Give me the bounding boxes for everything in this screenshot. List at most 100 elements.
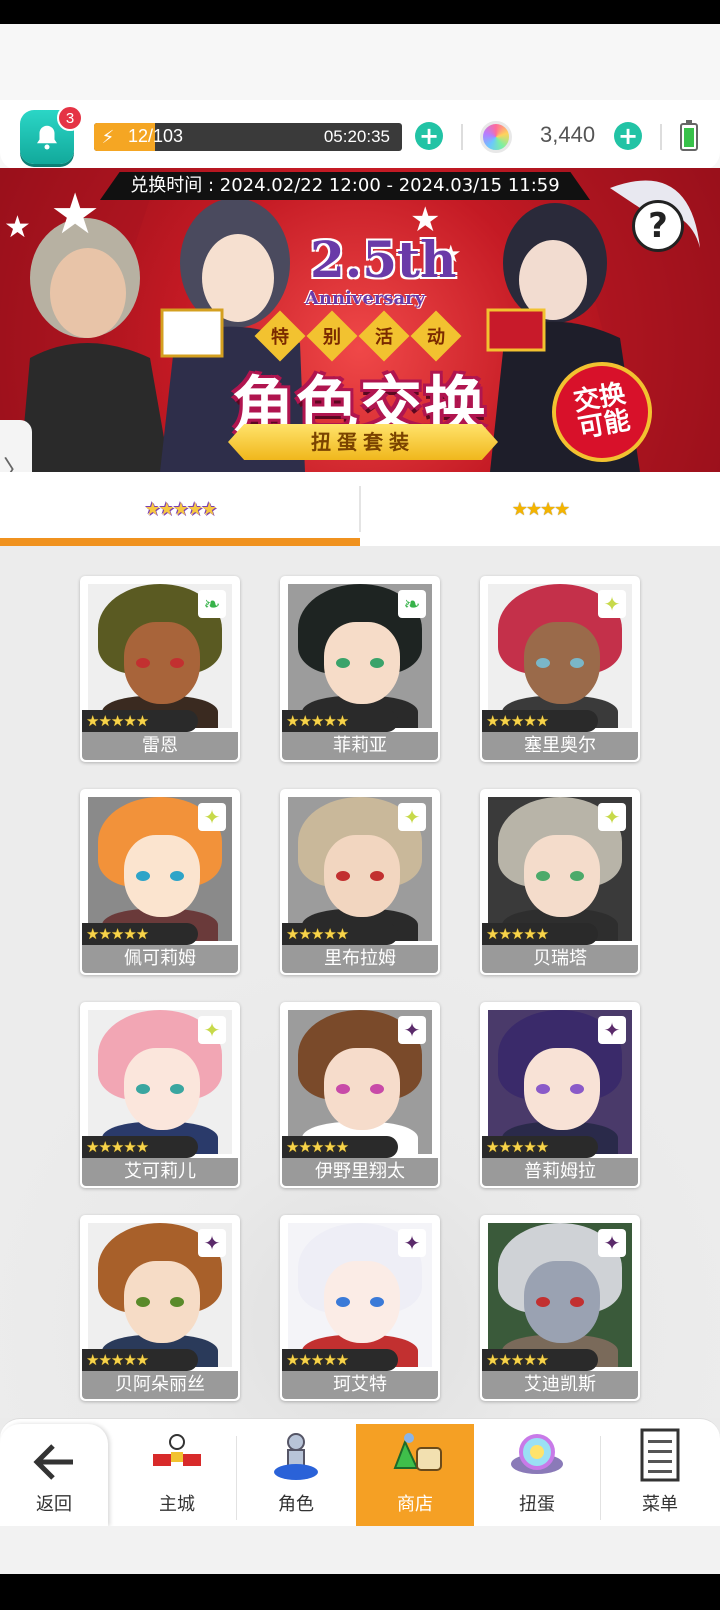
portrait-eye [336,658,350,668]
active-tab-indicator [0,538,360,546]
character-name: 贝瑞塔 [482,945,638,973]
portrait-eye [370,1084,384,1094]
nav-label: 主城 [159,1494,195,1515]
character-name: 佩可莉姆 [82,945,238,973]
card-stars: ★★★★★ [282,923,398,945]
portrait-eye [170,871,184,881]
character-name: 伊野里翔太 [282,1158,438,1186]
character-icon [274,1433,318,1480]
nav-label: 角色 [278,1494,314,1515]
character-name: 里布拉姆 [282,945,438,973]
nav-menu[interactable]: 菜单 [601,1424,719,1526]
divider [660,124,662,150]
system-nav-bar [0,1574,720,1610]
card-stars: ★★★★★ [82,1349,198,1371]
character-card[interactable]: ✦ ★★★★★ 艾可莉儿 [80,1002,240,1188]
arrow-left-icon [33,1444,73,1480]
portrait-eye [536,658,550,668]
light-icon: ✦ [598,590,626,618]
help-button[interactable]: ? [632,200,684,252]
add-stamina-button[interactable]: + [415,122,443,150]
portrait-eye [336,1297,350,1307]
portrait-eye [136,1084,150,1094]
back-label: 返回 [36,1494,72,1515]
portrait-eye [570,1084,584,1094]
menu-icon [640,1428,680,1482]
event-char: 活 [358,310,410,362]
event-char: 动 [410,310,462,362]
character-portrait: ✦ [288,797,432,941]
nav-gacha[interactable]: 扭蛋 [478,1424,596,1526]
character-name: 普莉姆拉 [482,1158,638,1186]
character-card[interactable]: ✦ ★★★★★ 佩可莉姆 [80,789,240,975]
character-grid[interactable]: ❧ ★★★★★ 雷恩 ❧ ★★★★★ 菲莉亚 ✦ ★★★★★ 塞里奥尔 ✦ ★★★★★ 佩可莉姆 ✦ ★★… [0,546,720,1418]
card-stars: ★★★★★ [482,710,598,732]
portrait-eye [370,1297,384,1307]
character-card[interactable]: ✦ ★★★★★ 里布拉姆 [280,789,440,975]
character-portrait: ✦ [488,1010,632,1154]
light-icon: ✦ [198,803,226,831]
card-stars: ★★★★★ [82,923,198,945]
exchange-period: 兑换时间 : 2024.02/22 12:00 - 2024.03/15 11:… [100,172,590,200]
light-icon: ✦ [598,803,626,831]
portrait-eye [336,871,350,881]
stamina-value: 12/103 [128,126,184,146]
dark-icon: ✦ [398,1016,426,1044]
character-portrait: ❧ [288,584,432,728]
character-portrait: ✦ [288,1010,432,1154]
portrait-eye [170,1084,184,1094]
portrait-eye [536,1297,550,1307]
portrait-eye [570,871,584,881]
portrait-eye [370,658,384,668]
portrait-eye [136,871,150,881]
dark-icon: ✦ [598,1016,626,1044]
character-card[interactable]: ❧ ★★★★★ 雷恩 [80,576,240,762]
character-name: 艾迪凯斯 [482,1371,638,1399]
character-portrait: ❧ [88,584,232,728]
notification-badge: 3 [57,105,83,131]
back-button[interactable]: 返回 [0,1424,108,1526]
character-name: 塞里奥尔 [482,732,638,760]
tab-5-star[interactable]: ★★★★★ [0,472,360,546]
character-card[interactable]: ✦ ★★★★★ 普莉姆拉 [480,1002,640,1188]
portrait-eye [570,1297,584,1307]
card-stars: ★★★★★ [82,710,198,732]
character-card[interactable]: ✦ ★★★★★ 贝阿朵丽丝 [80,1215,240,1401]
gem-icon [480,121,512,153]
character-card[interactable]: ✦ ★★★★★ 塞里奥尔 [480,576,640,762]
character-card[interactable]: ✦ ★★★★★ 珂艾特 [280,1215,440,1401]
dark-icon: ✦ [398,1229,426,1257]
event-label: 特 别 活 动 [254,310,462,362]
card-stars: ★★★★★ [282,1136,398,1158]
portrait-eye [336,1084,350,1094]
home-indicator-area [0,1526,720,1574]
shop-icon [393,1433,442,1471]
tab-4-star[interactable]: ★★★★ [360,472,720,546]
nav-character[interactable]: 角色 [237,1424,355,1526]
tab-divider [359,486,361,532]
nav-label: 扭蛋 [519,1494,555,1515]
card-stars: ★★★★★ [282,710,398,732]
event-char: 别 [306,310,358,362]
character-card[interactable]: ❧ ★★★★★ 菲莉亚 [280,576,440,762]
nav-label: 商店 [397,1494,433,1515]
system-status-bar [0,0,720,24]
star-decoration: ★ [4,210,31,245]
character-card[interactable]: ✦ ★★★★★ 伊野里翔太 [280,1002,440,1188]
character-name: 珂艾特 [282,1371,438,1399]
character-portrait: ✦ [88,797,232,941]
banner-subtitle: 扭蛋套装 [228,424,498,460]
anniversary-word: Anniversary [304,288,426,309]
nav-shop[interactable]: 商店 [356,1424,474,1526]
character-card[interactable]: ✦ ★★★★★ 艾迪凯斯 [480,1215,640,1401]
add-gems-button[interactable]: + [614,122,642,150]
dark-icon: ✦ [198,1229,226,1257]
portrait-eye [136,1297,150,1307]
character-name: 贝阿朵丽丝 [82,1371,238,1399]
nav-castle[interactable]: 主城 [118,1424,236,1526]
gacha-icon [511,1434,563,1474]
character-card[interactable]: ✦ ★★★★★ 贝瑞塔 [480,789,640,975]
light-icon: ✦ [198,1016,226,1044]
stamina-timer: 05:20:35 [323,127,390,146]
lightning-icon: ⚡ [94,123,122,151]
